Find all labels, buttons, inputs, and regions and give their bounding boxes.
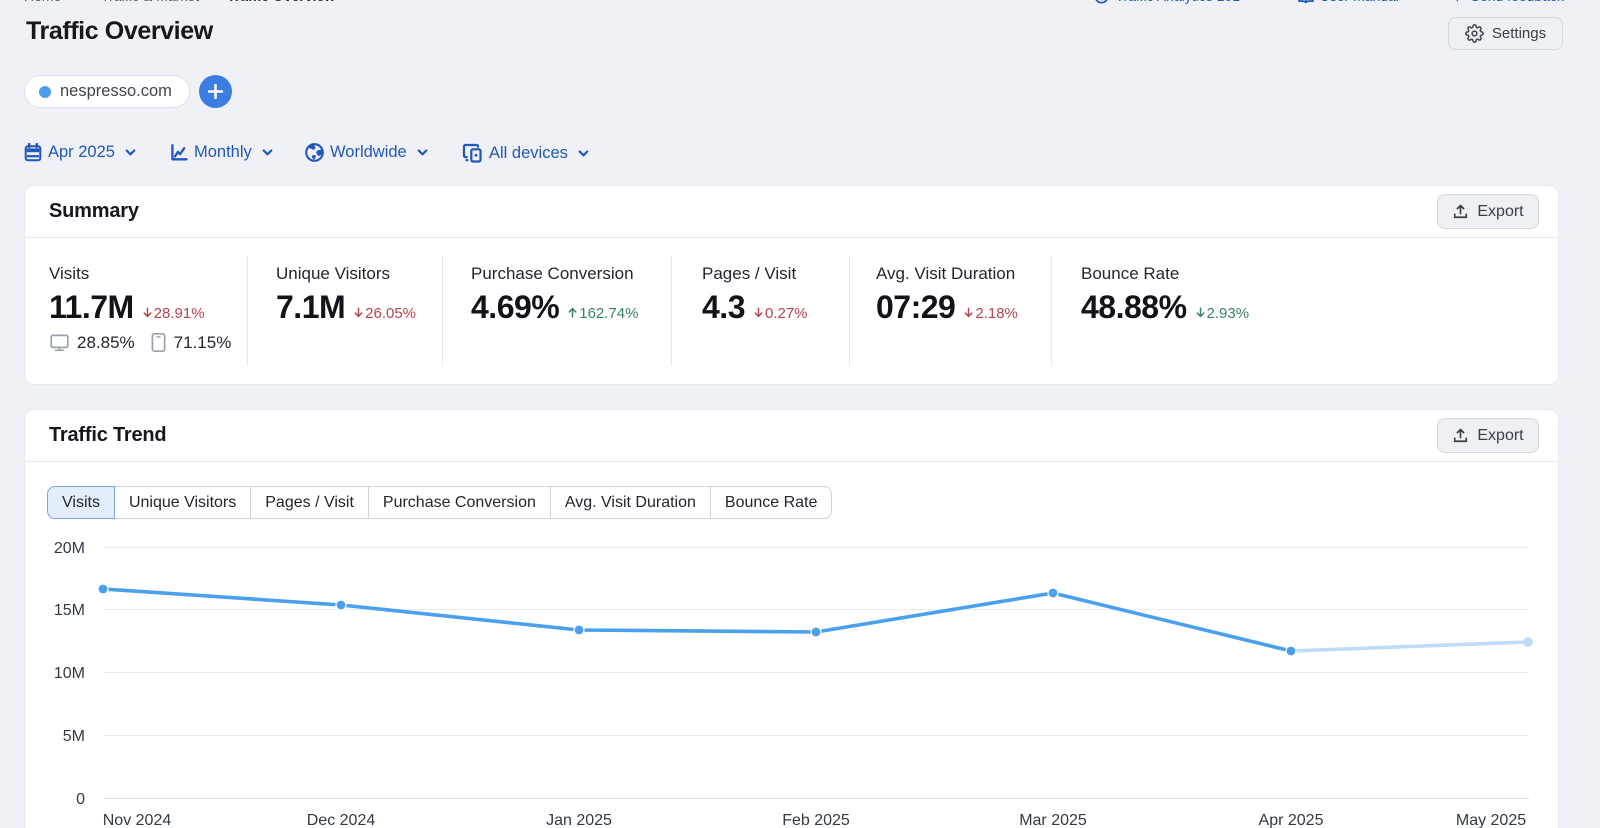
svg-text:Apr 2025: Apr 2025 [1259,812,1324,828]
svg-text:15M: 15M [54,602,85,619]
svg-text:Nov 2024: Nov 2024 [103,812,172,828]
svg-text:20M: 20M [54,540,85,557]
svg-text:0: 0 [76,791,85,808]
svg-text:5M: 5M [63,728,85,745]
svg-text:Dec 2024: Dec 2024 [307,812,376,828]
svg-text:Feb 2025: Feb 2025 [782,812,850,828]
svg-text:Mar 2025: Mar 2025 [1019,812,1087,828]
svg-text:10M: 10M [54,665,85,682]
svg-text:Jan 2025: Jan 2025 [546,812,612,828]
svg-text:May 2025: May 2025 [1456,812,1526,828]
